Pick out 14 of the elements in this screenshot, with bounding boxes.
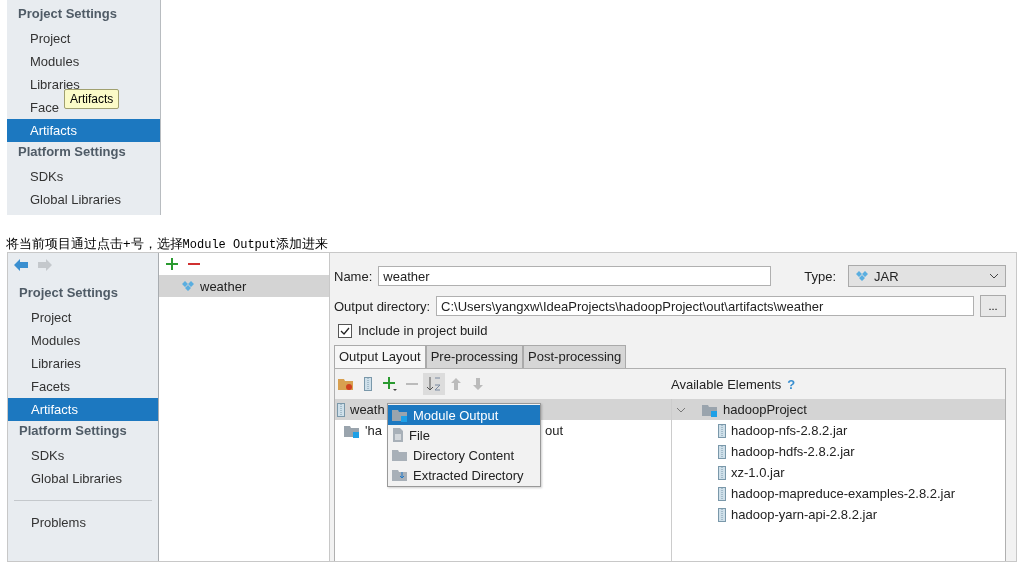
section-header: Project Settings — [18, 284, 119, 302]
type-label: Type: — [804, 268, 836, 284]
section-header: Platform Settings — [18, 422, 128, 440]
available-elements-label: Available Elements — [671, 376, 782, 392]
name-label: Name: — [334, 268, 373, 284]
tree-item-text: weath — [350, 402, 385, 417]
output-directory-label: Output directory: — [334, 298, 431, 314]
caption-text: 将当前项目通过点击+号，选择Module Output添加进来 — [6, 235, 330, 252]
checkbox-label: Include in project build — [358, 323, 488, 338]
tree-item-text: 'ha — [365, 423, 382, 438]
section-header: Platform Settings — [17, 143, 127, 161]
section-header: Project Settings — [17, 5, 118, 23]
tree-item-text: out — [544, 423, 564, 438]
tooltip: Artifacts — [64, 89, 120, 109]
